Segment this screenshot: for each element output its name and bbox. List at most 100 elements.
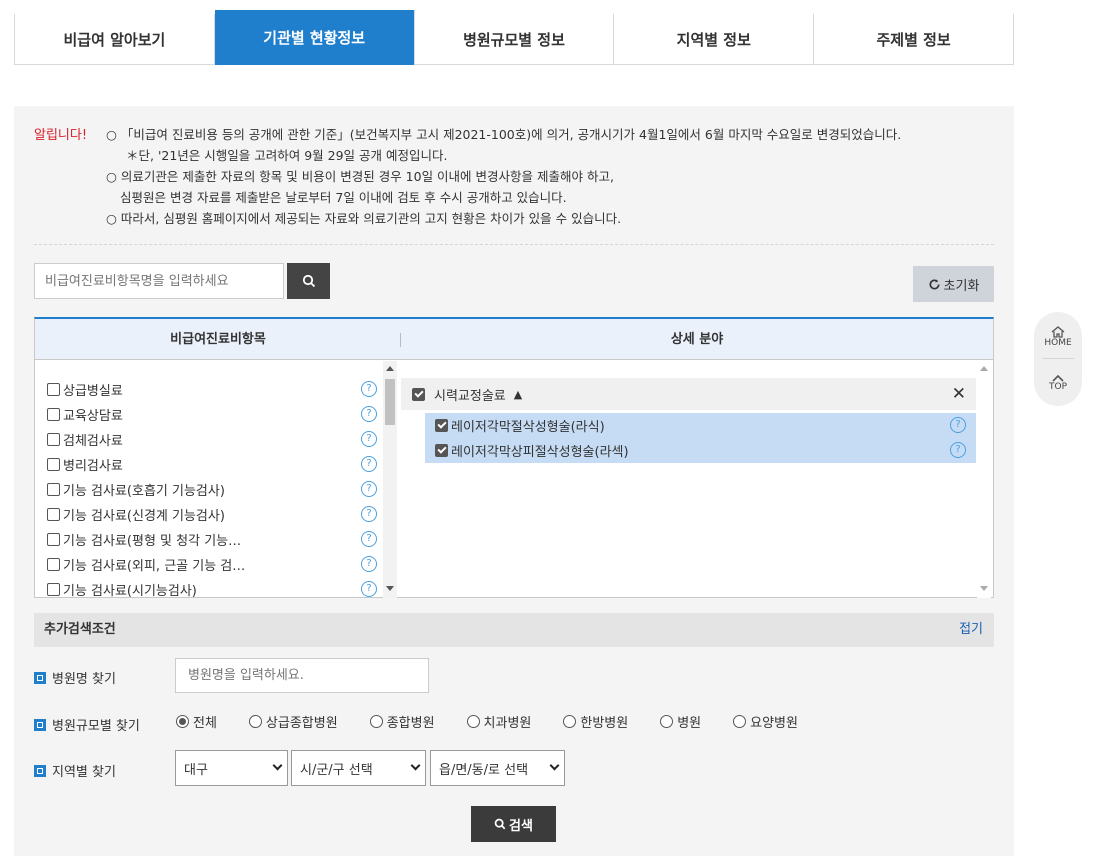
search-button[interactable]: 검색 [471,806,556,842]
radio-button[interactable] [176,715,189,728]
item-search-input[interactable] [34,263,284,299]
scroll-thumb[interactable] [385,379,395,425]
home-button[interactable]: HOME [1034,314,1082,359]
list-item[interactable]: 기능 검사료(호흡기 기능검사)? [47,479,377,499]
help-icon[interactable]: ? [361,431,377,447]
radio-button[interactable] [248,715,262,728]
help-icon[interactable]: ? [950,442,966,458]
divider [34,244,994,245]
radio-button[interactable] [563,715,577,728]
radio-dental[interactable]: 치과병원 [466,712,531,731]
help-icon[interactable]: ? [361,531,377,547]
bullet-icon [34,764,46,777]
help-icon[interactable]: ? [361,406,377,422]
scroll-down-icon[interactable] [386,586,394,591]
checkbox[interactable] [47,382,60,396]
detail-group[interactable]: 시력교정술료 ▲ ✕ [401,378,976,410]
checkbox[interactable] [47,557,60,571]
fold-link[interactable]: 접기 [959,613,983,647]
reset-button[interactable]: 초기화 [913,266,994,302]
notice-line: ＊단, '21년은 시행일을 고려하여 9월 29일 공개 예정입니다. [126,148,448,163]
detail-item[interactable]: 레이저각막상피절삭성형술(라섹) ? [425,438,976,463]
list-item[interactable]: 기능 검사료(평형 및 청각 기능…? [47,529,377,549]
list-item[interactable]: 기능 검사료(시기능검사)? [47,579,377,598]
checkbox[interactable] [47,532,60,546]
radio-label: 상급종합병원 [265,716,338,731]
notice-line: 심평원은 변경 자료를 제출받은 날로부터 7일 이내에 검토 후 수시 공개하… [120,190,567,205]
top-button[interactable]: TOP [1034,360,1082,405]
radio-nursing[interactable]: 요양병원 [733,712,798,731]
checkbox[interactable] [435,419,448,432]
list-item[interactable]: 기능 검사료(외피, 근골 기능 검…? [47,554,377,574]
radio-label: 전체 [193,716,217,731]
bullet-icon [34,671,46,684]
scroll-up-icon[interactable] [386,366,394,371]
right-scrollbar[interactable] [977,361,991,598]
list-item[interactable]: 교육상담료? [47,404,377,424]
district-select[interactable]: 시/군/구 선택 [291,750,426,786]
radio-button[interactable] [369,715,383,728]
home-label: HOME [1044,338,1072,348]
help-icon[interactable]: ? [361,481,377,497]
hospital-name-input[interactable] [175,658,429,693]
radio-all[interactable]: 전체 [176,712,217,731]
scroll-down-icon[interactable] [980,586,988,591]
checkbox[interactable] [47,407,60,421]
checkbox[interactable] [47,457,60,471]
radio-tertiary[interactable]: 상급종합병원 [248,712,338,731]
checkbox[interactable] [47,432,60,446]
scroll-up-icon[interactable] [980,366,988,371]
list-item[interactable]: 기능 검사료(신경계 기능검사)? [47,504,377,524]
tab-institution-status[interactable]: 기관별 현황정보 [214,10,415,65]
help-icon[interactable]: ? [361,456,377,472]
scale-radio-group: 전체 상급종합병원 종합병원 치과병원 한방병원 병원 요양병원 [176,712,830,731]
item-label: 기능 검사료(신경계 기능검사) [63,508,225,524]
help-icon[interactable]: ? [361,506,377,522]
checkbox[interactable] [47,582,60,596]
help-icon[interactable]: ? [361,556,377,572]
search-panel: 알립니다! ○ 「비급여 진료비용 등의 공개에 관한 기준」(보건복지부 고시… [14,106,1014,856]
item-search-button[interactable] [287,263,330,299]
hospital-scale-label: 병원규모별 찾기 [34,715,140,734]
top-label: TOP [1048,381,1067,392]
checkbox[interactable] [47,482,60,496]
list-item[interactable]: 병리검사료? [47,454,377,474]
refresh-icon [929,278,940,289]
city-select[interactable]: 대구 [175,750,288,786]
search-icon [302,274,315,288]
radio-oriental[interactable]: 한방병원 [563,712,628,731]
checkbox[interactable] [435,444,448,457]
main-tabs: 비급여 알아보기 기관별 현황정보 병원규모별 정보 지역별 정보 주제별 정보 [14,10,1014,65]
detail-item[interactable]: 레이저각막절삭성형술(라식) ? [425,413,976,438]
close-icon[interactable]: ✕ [952,384,966,404]
group-checkbox[interactable] [412,387,425,401]
tab-noncovered-info[interactable]: 비급여 알아보기 [15,14,215,64]
help-icon[interactable]: ? [950,417,966,433]
chevron-up-icon[interactable]: ▲ [514,388,522,401]
list-item[interactable]: 검체검사료? [47,429,377,449]
tab-hospital-scale[interactable]: 병원규모별 정보 [414,14,615,64]
label-text: 병원규모별 찾기 [52,719,140,734]
help-icon[interactable]: ? [361,581,377,597]
bullet-icon [34,718,46,731]
chevron-down-icon [549,760,560,771]
chevron-up-icon [1052,374,1064,382]
left-scrollbar[interactable] [383,361,397,598]
select-value: 대구 [184,762,208,778]
radio-button[interactable] [660,715,674,728]
town-select[interactable]: 읍/면/동/로 선택 [430,750,565,786]
tab-topic[interactable]: 주제별 정보 [814,14,1013,64]
item-label: 기능 검사료(평형 및 청각 기능… [63,533,242,549]
detail-item-label: 레이저각막상피절삭성형술(라섹) [451,445,629,460]
tab-region[interactable]: 지역별 정보 [614,14,815,64]
radio-label: 종합병원 [386,716,435,731]
radio-hospital[interactable]: 병원 [660,712,701,731]
radio-general[interactable]: 종합병원 [369,712,435,731]
checkbox[interactable] [47,507,60,521]
radio-button[interactable] [733,715,747,728]
list-item[interactable]: 상급병실료? [47,379,377,399]
radio-button[interactable] [466,715,480,728]
group-label: 시력교정술료 [434,388,506,404]
help-icon[interactable]: ? [361,381,377,397]
divider [1042,358,1074,359]
